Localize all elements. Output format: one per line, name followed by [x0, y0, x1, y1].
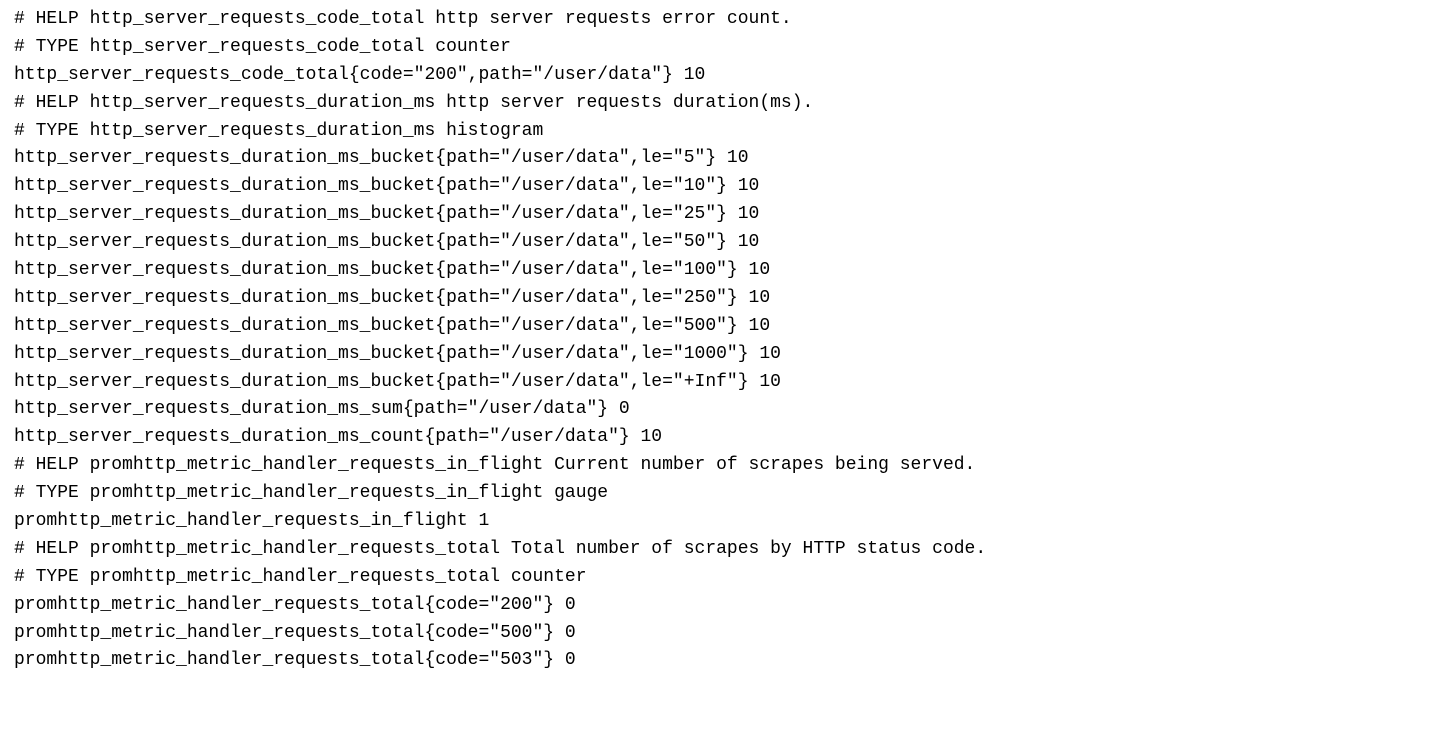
prometheus-metrics-output: # HELP http_server_requests_code_total h… [0, 0, 1450, 685]
